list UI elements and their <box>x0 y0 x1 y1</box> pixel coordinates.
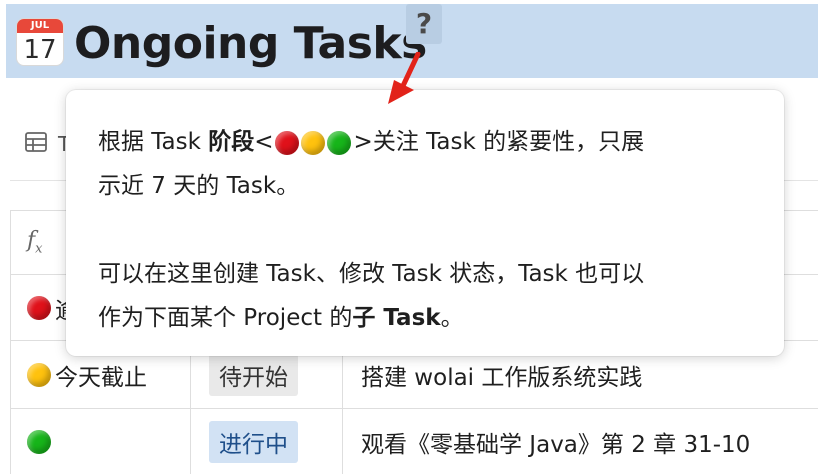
tooltip-bold-text: 阶段 <box>208 129 255 155</box>
table-icon[interactable] <box>24 130 48 154</box>
tooltip-text: 。 <box>440 305 464 331</box>
page-header: JUL 17 Ongoing Tasks ? <box>6 4 818 78</box>
tooltip-line-2: 示近 7 天的 Task。 <box>98 173 300 199</box>
task-name[interactable]: 观看《零基础学 Java》第 2 章 31-10 <box>361 425 750 459</box>
tooltip-line-1: 根据 Task 阶段< >关注 Task 的紧要性，只展 <box>98 120 752 164</box>
formula-icon: fx <box>27 228 43 257</box>
task-name[interactable]: 搭建 wolai 工作版系统实践 <box>361 358 642 392</box>
tooltip-bold-text: 子 Task <box>352 305 441 331</box>
status-cell[interactable]: 进行中 <box>191 409 343 474</box>
tooltip-text: < <box>254 129 274 155</box>
red-circle-icon <box>274 130 299 155</box>
tooltip-text: 根据 Task <box>98 129 209 155</box>
page-root: JUL 17 Ongoing Tasks ? T fx 逾 <box>0 0 818 474</box>
calendar-icon: JUL 17 <box>16 18 64 66</box>
help-button[interactable]: ? <box>406 4 442 44</box>
due-cell[interactable] <box>11 409 191 474</box>
tooltip-text: 作为下面某个 Project 的 <box>98 305 353 331</box>
green-circle-icon <box>27 430 51 454</box>
status-dots <box>274 130 353 155</box>
tooltip-text: >关注 Task 的紧要性，只展 <box>353 129 645 155</box>
table-row[interactable]: 进行中 观看《零基础学 Java》第 2 章 31-10 <box>11 409 818 474</box>
status-tag[interactable]: 进行中 <box>209 421 298 463</box>
task-cell[interactable]: 观看《零基础学 Java》第 2 章 31-10 <box>343 409 818 474</box>
tooltip-line-3: 可以在这里创建 Task、修改 Task 状态，Task 也可以 <box>98 261 645 287</box>
due-label: 今天截止 <box>55 364 147 391</box>
red-circle-icon <box>27 295 51 320</box>
calendar-month: JUL <box>17 19 63 33</box>
yellow-circle-icon <box>300 130 325 155</box>
yellow-circle-icon <box>27 362 51 387</box>
green-circle-icon <box>326 130 351 155</box>
help-tooltip: 根据 Task 阶段< >关注 Task 的紧要性，只展 示近 7 天的 Task… <box>66 90 784 356</box>
status-tag[interactable]: 待开始 <box>209 353 298 396</box>
tooltip-line-4: 作为下面某个 Project 的子 Task。 <box>98 296 752 340</box>
calendar-day: 17 <box>23 35 57 65</box>
page-title: Ongoing Tasks <box>74 18 427 69</box>
